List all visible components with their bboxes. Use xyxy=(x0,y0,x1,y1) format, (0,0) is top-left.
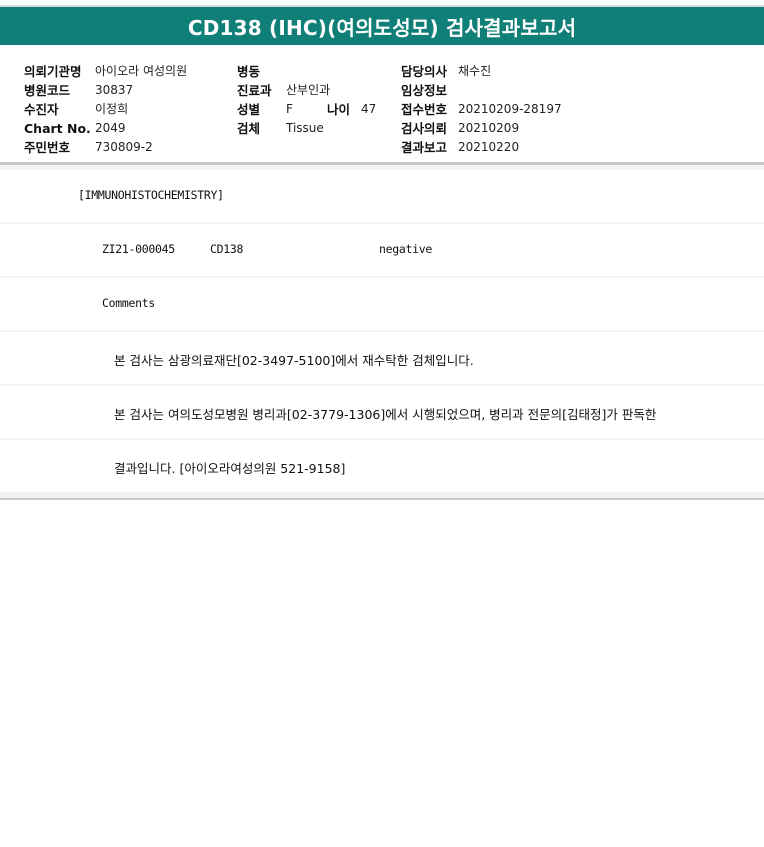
result-value: negative xyxy=(379,242,432,256)
result-line: 본 검사는 삼광의료재단[02-3497-5100]에서 재수탁한 검체입니다. xyxy=(0,332,764,384)
comments-label: Comments xyxy=(102,296,155,310)
receipt-no-value: 20210209-28197 xyxy=(458,102,562,116)
section-heading: [IMMUNOHISTOCHEMISTRY] xyxy=(78,188,224,202)
info-row-4: Chart No. 2049 검체 Tissue 검사의뢰 20210209 xyxy=(0,119,764,138)
result-line: 본 검사는 여의도성모병원 병리과[02-3779-1306]에서 시행되었으며… xyxy=(0,386,764,438)
result-line: ZI21-000045 CD138 negative xyxy=(0,224,764,276)
department-value: 산부인과 xyxy=(286,83,331,97)
case-number: ZI21-000045 xyxy=(102,242,175,256)
id-no-label: 주민번호 xyxy=(24,140,71,155)
report-date-value: 20210220 xyxy=(458,140,520,154)
hospital-code-label: 병원코드 xyxy=(24,83,71,98)
doctor-value: 채수진 xyxy=(458,64,492,78)
institution-label: 의뢰기관명 xyxy=(24,64,82,79)
comment-line-3: 결과입니다. [아이오라여성의원 521-9158] xyxy=(114,461,346,476)
comment-line-2: 본 검사는 여의도성모병원 병리과[02-3779-1306]에서 시행되었으며… xyxy=(114,407,657,422)
info-row-2: 병원코드 30837 진료과 산부인과 임상정보 xyxy=(0,81,764,100)
id-no-value: 730809-2 xyxy=(95,140,153,154)
result-line: Comments xyxy=(0,278,764,330)
specimen-value: Tissue xyxy=(286,121,324,135)
specimen-label: 검체 xyxy=(237,121,261,136)
chart-no-label: Chart No. xyxy=(24,121,91,136)
request-date-label: 검사의뢰 xyxy=(401,121,448,136)
marker-name: CD138 xyxy=(210,242,244,256)
report-title: CD138 (IHC)(여의도성모) 검사결과보고서 xyxy=(187,15,577,40)
sex-label: 성별 xyxy=(237,102,261,117)
sex-value: F xyxy=(286,102,293,116)
ward-label: 병동 xyxy=(237,64,261,79)
info-row-3: 수진자 이정희 성별 F 나이 47 접수번호 20210209-28197 xyxy=(0,100,764,119)
result-line: 결과입니다. [아이오라여성의원 521-9158] xyxy=(0,440,764,492)
department-label: 진료과 xyxy=(237,83,272,98)
hospital-code-value: 30837 xyxy=(95,83,134,97)
patient-info-panel: 의뢰기관명 아이오라 여성의원 병동 담당의사 채수진 병원코드 30837 진… xyxy=(0,45,764,162)
chart-no-value: 2049 xyxy=(95,121,126,135)
doctor-label: 담당의사 xyxy=(401,64,448,79)
result-body: [IMMUNOHISTOCHEMISTRY] ZI21-000045 CD138… xyxy=(0,165,764,498)
comment-line-1: 본 검사는 삼광의료재단[02-3497-5100]에서 재수탁한 검체입니다. xyxy=(114,353,474,368)
age-value: 47 xyxy=(361,102,377,116)
result-line: [IMMUNOHISTOCHEMISTRY] xyxy=(0,170,764,222)
request-date-value: 20210209 xyxy=(458,121,520,135)
receipt-no-label: 접수번호 xyxy=(401,102,448,117)
age-label: 나이 xyxy=(327,102,351,117)
institution-value: 아이오라 여성의원 xyxy=(95,64,188,78)
report-date-label: 결과보고 xyxy=(401,140,448,155)
info-row-5: 주민번호 730809-2 결과보고 20210220 xyxy=(0,138,764,157)
report-title-bar: CD138 (IHC)(여의도성모) 검사결과보고서 xyxy=(0,7,764,45)
patient-value: 이정희 xyxy=(95,102,129,116)
patient-label: 수진자 xyxy=(24,102,59,117)
clinical-info-label: 임상정보 xyxy=(401,83,448,98)
info-row-1: 의뢰기관명 아이오라 여성의원 병동 담당의사 채수진 xyxy=(0,62,764,81)
